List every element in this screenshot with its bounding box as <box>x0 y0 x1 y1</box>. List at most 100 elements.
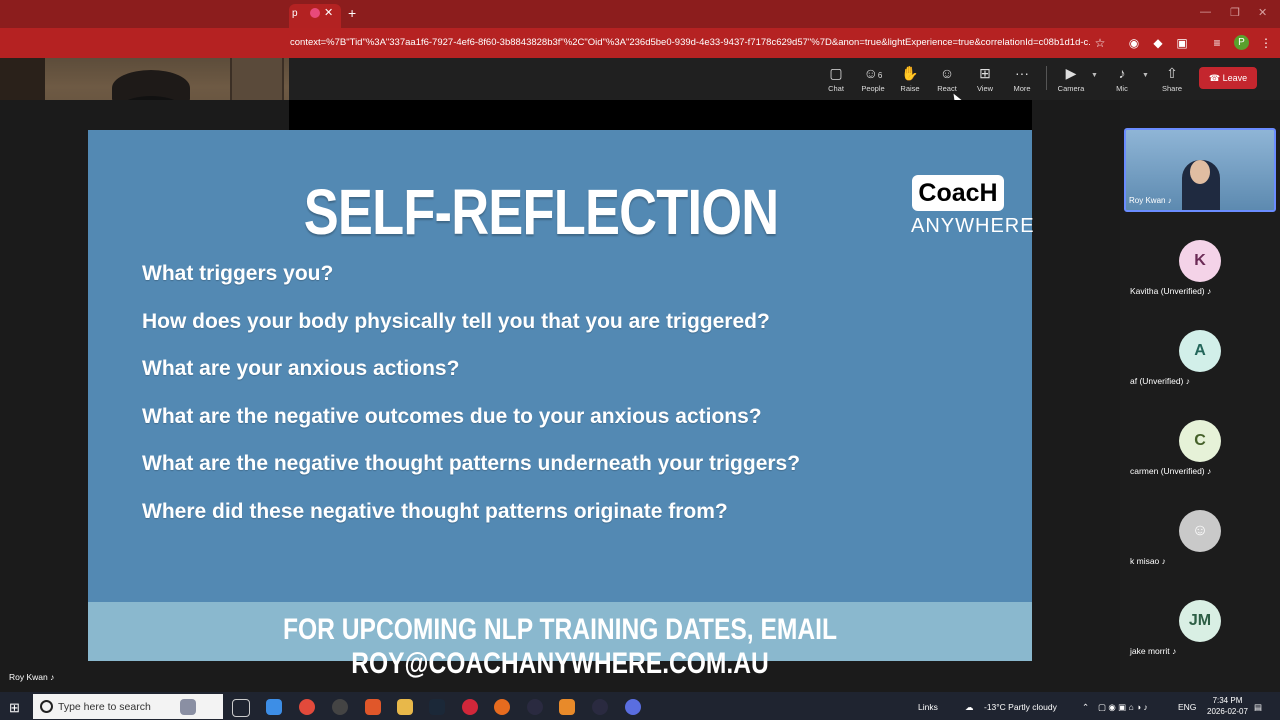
profile-avatar[interactable]: P <box>1234 35 1249 50</box>
camera-button[interactable]: ▶ Camera <box>1049 64 1093 93</box>
language-indicator[interactable]: ENG <box>1178 702 1196 712</box>
incognito-icon[interactable]: ◉ <box>1126 35 1142 51</box>
links-toolbar[interactable]: Links <box>918 702 938 712</box>
tab-close-icon[interactable]: ✕ <box>324 6 333 19</box>
slide-question: Where did these negative thought pattern… <box>142 500 728 523</box>
slide-question: What are the negative thought patterns u… <box>142 452 801 475</box>
people-count: 6 <box>877 71 883 80</box>
participant-tile[interactable]: K Kavitha (Unverified) ♪ <box>1124 220 1276 306</box>
camera-options-chevron-icon[interactable]: ▼ <box>1091 72 1098 79</box>
participant-name: af (Unverified) ♪ <box>1130 376 1191 386</box>
participant-tile[interactable]: C carmen (Unverified) ♪ <box>1124 400 1276 486</box>
notifications-icon[interactable]: ▤ <box>1254 702 1262 713</box>
logo-text-bottom: ANYWHERE <box>911 215 1035 237</box>
slide-footer-text: FOR UPCOMING NLP TRAINING DATES, EMAIL R… <box>283 613 837 680</box>
vlc-icon[interactable] <box>559 699 575 715</box>
avatar: A <box>1179 330 1221 372</box>
clock-time: 7:34 PM <box>1212 696 1243 705</box>
weather-icon: ☁ <box>965 702 974 712</box>
logo-text-top: CoacH <box>912 175 1004 211</box>
participant-tile[interactable]: JM jake morrit ♪ <box>1124 580 1276 666</box>
windows-start-icon[interactable]: ⊞ <box>9 700 20 716</box>
new-tab-icon[interactable]: + <box>348 5 356 21</box>
tab-label: p <box>292 8 298 19</box>
window-close-icon[interactable]: ✕ <box>1258 6 1267 19</box>
mic-label: Mic <box>1116 84 1128 93</box>
mic-muted-icon: ♪ <box>50 672 55 682</box>
clock-date: 2026-02-07 <box>1207 707 1248 716</box>
slide-question: How does your body physically tell you t… <box>142 310 770 333</box>
avatar: JM <box>1179 600 1221 642</box>
camera-off-icon: ▶ <box>1065 65 1077 81</box>
toolbar-divider <box>1046 66 1047 90</box>
participant-name: carmen (Unverified) ♪ <box>1130 466 1212 476</box>
steam-icon[interactable] <box>429 699 445 715</box>
avatar: C <box>1179 420 1221 462</box>
participant-name: k misao ♪ <box>1130 556 1166 566</box>
mic-muted-icon: ♪ <box>1185 376 1191 386</box>
app-icon[interactable] <box>592 699 608 715</box>
maximize-icon[interactable]: ❐ <box>1230 6 1240 19</box>
mic-muted-icon: ♪ <box>1172 646 1177 656</box>
cortana-icon[interactable] <box>180 699 196 715</box>
search-placeholder: Type here to search <box>58 701 151 713</box>
mic-muted-icon: ♪ <box>1207 286 1212 296</box>
mic-muted-icon: ♪ <box>1161 556 1166 566</box>
slide-title: SELF-REFLECTION <box>303 176 779 248</box>
puzzle-icon[interactable]: ▣ <box>1174 35 1190 51</box>
participant-tile[interactable]: ☺ k misao ♪ <box>1124 490 1276 576</box>
stage-top-bar <box>289 100 1032 130</box>
slide-footer-banner: FOR UPCOMING NLP TRAINING DATES, EMAIL R… <box>88 602 1032 680</box>
share-button[interactable]: ⇧ Share <box>1150 64 1194 93</box>
brave-icon[interactable] <box>365 699 381 715</box>
mic-button[interactable]: ♪ Mic <box>1100 64 1144 93</box>
tab-recording-icon <box>310 8 320 18</box>
slide-question: What are the negative outcomes due to yo… <box>142 405 762 428</box>
participant-name: Kavitha (Unverified) ♪ <box>1130 286 1212 296</box>
share-icon: ⇧ <box>1166 65 1178 81</box>
mic-muted-icon: ♪ <box>1207 466 1212 476</box>
media-icon[interactable] <box>527 699 543 715</box>
featured-participant-tile[interactable]: Roy Kwan ♪ <box>1124 128 1276 212</box>
more-button[interactable]: ··· More <box>1000 64 1044 93</box>
playlist-icon[interactable]: ≡ <box>1209 35 1225 51</box>
featured-name: Roy Kwan ♪ <box>1129 196 1172 205</box>
app-icon[interactable] <box>332 699 348 715</box>
weather-text[interactable]: -13°C Partly cloudy <box>984 702 1057 712</box>
self-video-name: Roy Kwan ♪ <box>9 672 55 682</box>
opera-icon[interactable] <box>462 699 478 715</box>
copilot-icon[interactable] <box>266 699 282 715</box>
bookmark-star-icon[interactable]: ☆ <box>1092 35 1108 51</box>
more-label: More <box>1013 84 1031 93</box>
teams-icon[interactable] <box>625 699 641 715</box>
slide-question: What triggers you? <box>142 262 334 285</box>
featured-face <box>1190 160 1210 184</box>
leave-label: Leave <box>1222 73 1248 83</box>
tray-chevron-icon[interactable]: ⌃ <box>1082 702 1089 713</box>
minimize-icon[interactable]: — <box>1200 6 1211 18</box>
mic-icon: ♪ <box>1167 196 1172 205</box>
mic-options-chevron-icon[interactable]: ▼ <box>1142 72 1149 79</box>
kebab-menu-icon[interactable]: ⋮ <box>1258 35 1274 51</box>
extension-icon[interactable]: ◆ <box>1150 35 1166 51</box>
browser-tabbar <box>0 0 1280 28</box>
task-view-icon[interactable] <box>232 699 250 717</box>
phone-hangup-icon: ☎ <box>1208 73 1221 83</box>
more-icon: ··· <box>1015 65 1029 81</box>
tray-icons[interactable]: ▢ ◉ ▣ ⌂ ◑ ♪ <box>1098 702 1148 713</box>
chrome-icon[interactable] <box>299 699 315 715</box>
leave-button[interactable]: ☎ Leave <box>1199 67 1257 89</box>
shared-slide: SELF-REFLECTION CoacH ANYWHERE What trig… <box>88 130 1035 680</box>
search-icon <box>40 700 53 713</box>
firefox-icon[interactable] <box>494 699 510 715</box>
coach-anywhere-logo: CoacH ANYWHERE <box>911 175 1035 238</box>
file-explorer-icon[interactable] <box>397 699 413 715</box>
share-label: Share <box>1161 84 1182 93</box>
participant-tile[interactable]: A af (Unverified) ♪ <box>1124 310 1276 396</box>
camera-label: Camera <box>1057 84 1085 93</box>
participant-name: jake morrit ♪ <box>1130 646 1177 656</box>
person-silhouette-icon: ☺ <box>1179 510 1221 552</box>
url-field[interactable]: context=%7B"Tid"%3A"337aa1f6-7927-4ef6-8… <box>290 37 1090 48</box>
taskbar-clock[interactable]: 7:34 PM 2026-02-07 <box>1207 695 1248 717</box>
slide-question: What are your anxious actions? <box>142 357 460 380</box>
